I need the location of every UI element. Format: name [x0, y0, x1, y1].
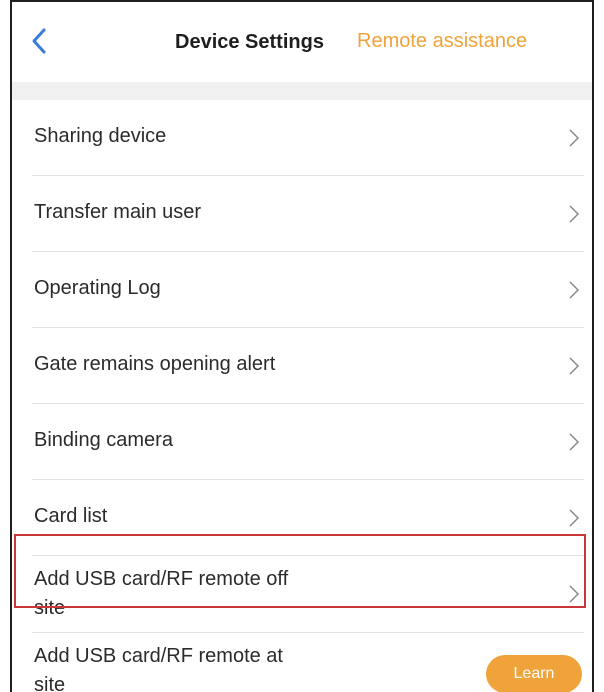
- chevron-right-icon: [569, 509, 580, 527]
- section-divider: [12, 82, 592, 100]
- menu-item-add-remote-off-site[interactable]: Add USB card/RF remote off site: [32, 556, 584, 633]
- chevron-right-icon: [569, 585, 580, 603]
- menu-item-label: Transfer main user: [34, 201, 202, 223]
- menu-item-label: Add USB card/RF remote at site: [34, 645, 283, 692]
- menu-item-add-remote-at-site[interactable]: Add USB card/RF remote at site Learn: [32, 633, 584, 692]
- menu-item-sharing-device[interactable]: Sharing device: [32, 100, 584, 176]
- chevron-right-icon: [569, 129, 580, 147]
- header: Device Settings Remote assistance: [12, 2, 592, 82]
- remote-assistance-button[interactable]: Remote assistance: [357, 30, 527, 53]
- menu-item-label: Add USB card/RF remote off site: [34, 568, 289, 619]
- menu-item-card-list[interactable]: Card list: [32, 480, 584, 556]
- menu-item-binding-camera[interactable]: Binding camera: [32, 404, 584, 480]
- menu-item-gate-open-alert[interactable]: Gate remains opening alert: [32, 328, 584, 404]
- page-title: Device Settings: [175, 31, 324, 53]
- chevron-right-icon: [569, 433, 580, 451]
- chevron-right-icon: [569, 281, 580, 299]
- menu-item-label: Gate remains opening alert: [34, 353, 276, 375]
- menu-item-operating-log[interactable]: Operating Log: [32, 252, 584, 328]
- chevron-right-icon: [569, 205, 580, 223]
- menu-item-label: Card list: [34, 505, 108, 527]
- back-chevron-icon[interactable]: [26, 24, 52, 58]
- chevron-right-icon: [569, 357, 580, 375]
- device-settings-screen: Device Settings Remote assistance Sharin…: [10, 0, 594, 692]
- menu-item-label: Operating Log: [34, 277, 161, 299]
- settings-list: Sharing device Transfer main user Operat…: [12, 100, 592, 692]
- menu-item-label: Binding camera: [34, 429, 173, 451]
- menu-item-label: Sharing device: [34, 125, 167, 147]
- learn-button[interactable]: Learn: [486, 655, 582, 692]
- menu-item-transfer-main-user[interactable]: Transfer main user: [32, 176, 584, 252]
